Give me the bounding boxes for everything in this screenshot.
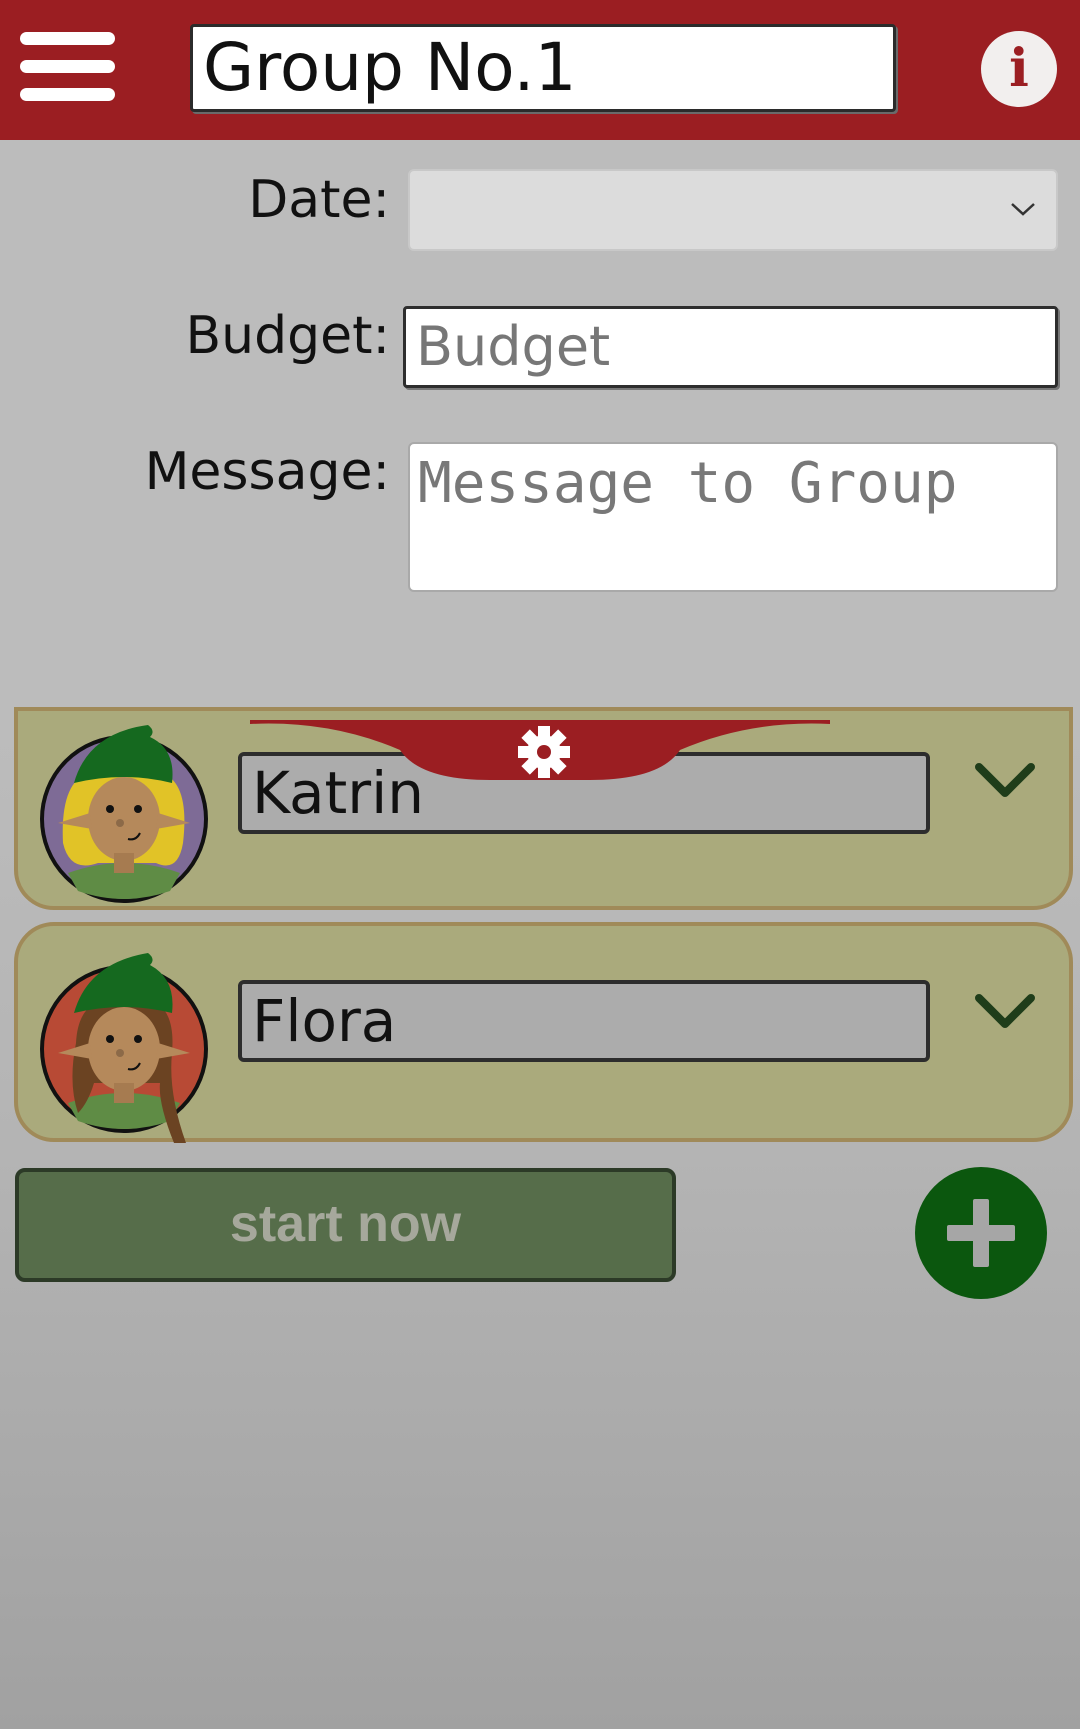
hamburger-icon[interactable] <box>20 32 115 104</box>
start-now-button[interactable]: start now <box>15 1168 676 1282</box>
date-select[interactable] <box>408 169 1058 251</box>
app-header: Group No.1 i <box>0 0 1080 140</box>
elf-avatar <box>40 725 208 903</box>
info-icon[interactable]: i <box>981 31 1057 107</box>
chevron-down-icon[interactable] <box>973 990 1037 1034</box>
member-card: Flora <box>14 922 1073 1143</box>
elf-avatar <box>40 953 208 1143</box>
date-label: Date: <box>248 170 390 230</box>
settings-tab[interactable] <box>250 720 830 785</box>
chevron-down-icon <box>1010 191 1036 226</box>
gear-icon <box>518 726 570 778</box>
message-label: Message: <box>144 442 390 502</box>
add-member-button[interactable] <box>915 1167 1047 1299</box>
chevron-down-icon[interactable] <box>973 759 1037 803</box>
group-name-input[interactable]: Group No.1 <box>190 24 896 112</box>
budget-label: Budget: <box>185 306 390 366</box>
member-name-input[interactable]: Flora <box>238 980 930 1062</box>
budget-input[interactable]: Budget <box>403 306 1058 388</box>
message-textarea[interactable]: Message to Group <box>408 442 1058 592</box>
